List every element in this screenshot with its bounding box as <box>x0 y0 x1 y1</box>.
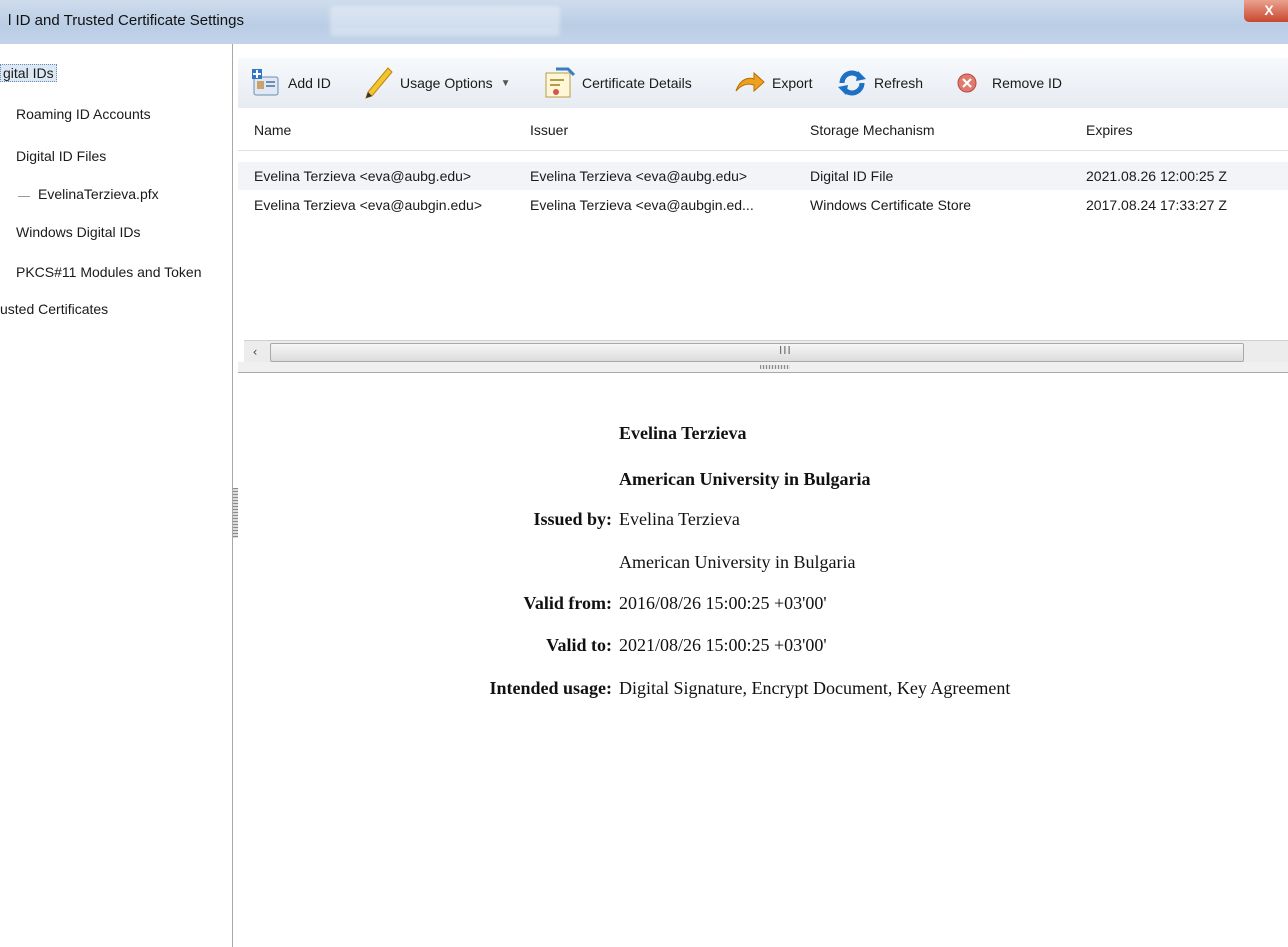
column-header-issuer[interactable]: Issuer <box>530 122 568 138</box>
add-id-button[interactable]: Add ID <box>250 66 331 100</box>
refresh-button[interactable]: Refresh <box>836 66 923 100</box>
digital-id-table: Name Issuer Storage Mechanism Expires Ev… <box>238 108 1288 340</box>
valid-from-label: Valid from: <box>523 593 612 613</box>
sidebar-item-trusted-certificates[interactable]: usted Certificates <box>0 301 108 317</box>
tree-connector <box>18 196 30 197</box>
refresh-label: Refresh <box>874 75 924 91</box>
add-id-icon <box>252 69 279 96</box>
sidebar-item-roaming-id-accounts[interactable]: Roaming ID Accounts <box>16 106 151 122</box>
column-header-name[interactable]: Name <box>254 122 291 138</box>
intended-usage-value: Digital Signature, Encrypt Document, Key… <box>619 678 1011 698</box>
certificate-details-label: Certificate Details <box>582 75 692 91</box>
toolbar: Add ID Usage Options ▼ Certificate Detai… <box>238 58 1288 109</box>
column-header-storage[interactable]: Storage Mechanism <box>810 122 935 138</box>
scroll-left-arrow-icon[interactable]: ‹ <box>246 343 264 361</box>
table-row[interactable]: Evelina Terzieva <eva@aubgin.edu> Evelin… <box>238 191 1288 219</box>
remove-icon <box>957 73 977 93</box>
cert-subject-name: Evelina Terzieva <box>619 423 747 443</box>
certificate-details-pane: Evelina Terzieva American University in … <box>238 373 1288 947</box>
issued-by-name: Evelina Terzieva <box>619 509 740 529</box>
chevron-down-icon: ▼ <box>500 77 511 89</box>
pencil-icon <box>365 67 393 99</box>
sidebar-tree: gital IDs Roaming ID Accounts Digital ID… <box>0 44 233 947</box>
refresh-icon <box>838 70 866 96</box>
export-button[interactable]: Export <box>734 66 812 100</box>
usage-options-label: Usage Options <box>400 75 493 91</box>
certificate-icon <box>545 67 576 98</box>
window-title: l ID and Trusted Certificate Settings <box>8 12 244 29</box>
valid-to-value: 2021/08/26 15:00:25 +03'00' <box>619 635 827 655</box>
remove-id-label: Remove ID <box>992 75 1063 91</box>
cell-issuer: Evelina Terzieva <eva@aubgin.ed... <box>530 197 754 213</box>
close-button[interactable]: X <box>1244 0 1288 22</box>
valid-to-label: Valid to: <box>546 635 612 655</box>
cell-expires: 2021.08.26 12:00:25 Z <box>1086 168 1227 184</box>
horizontal-scrollbar[interactable]: ‹ III <box>244 340 1288 364</box>
title-bar-glow <box>330 6 560 36</box>
scrollbar-thumb[interactable]: III <box>270 343 1244 362</box>
export-label: Export <box>772 75 813 91</box>
issued-by-organization: American University in Bulgaria <box>619 552 856 572</box>
valid-from-value: 2016/08/26 15:00:25 +03'00' <box>619 593 827 613</box>
cell-name: Evelina Terzieva <eva@aubg.edu> <box>254 168 472 184</box>
sidebar-item-digital-id-files[interactable]: Digital ID Files <box>16 148 106 164</box>
intended-usage-label: Intended usage: <box>489 678 612 698</box>
title-bar: l ID and Trusted Certificate Settings X <box>0 0 1288 44</box>
table-header: Name Issuer Storage Mechanism Expires <box>238 108 1288 151</box>
cell-issuer: Evelina Terzieva <eva@aubg.edu> <box>530 168 748 184</box>
cell-expires: 2017.08.24 17:33:27 Z <box>1086 197 1227 213</box>
cell-name: Evelina Terzieva <eva@aubgin.edu> <box>254 197 482 213</box>
sidebar-item-pfx-file[interactable]: EvelinaTerzieva.pfx <box>38 186 159 202</box>
sidebar-item-windows-digital-ids[interactable]: Windows Digital IDs <box>16 224 140 240</box>
cell-storage: Digital ID File <box>810 168 894 184</box>
export-arrow-icon <box>735 71 765 93</box>
cert-subject-organization: American University in Bulgaria <box>619 469 871 489</box>
splitter-grip <box>760 365 790 369</box>
horizontal-splitter-handle[interactable] <box>238 362 1288 373</box>
usage-options-button[interactable]: Usage Options ▼ <box>364 66 511 100</box>
certificate-details-button[interactable]: Certificate Details <box>542 66 692 100</box>
sidebar-item-pkcs11-modules[interactable]: PKCS#11 Modules and Token <box>16 264 202 280</box>
sidebar-item-digital-ids[interactable]: gital IDs <box>0 64 57 82</box>
column-header-expires[interactable]: Expires <box>1086 122 1133 138</box>
issued-by-label: Issued by: <box>533 509 612 529</box>
table-row[interactable]: Evelina Terzieva <eva@aubg.edu> Evelina … <box>238 162 1288 190</box>
remove-id-button[interactable]: Remove ID <box>956 66 1062 100</box>
scrollbar-grip: III <box>779 344 792 357</box>
add-id-label: Add ID <box>288 75 331 91</box>
cell-storage: Windows Certificate Store <box>810 197 972 213</box>
